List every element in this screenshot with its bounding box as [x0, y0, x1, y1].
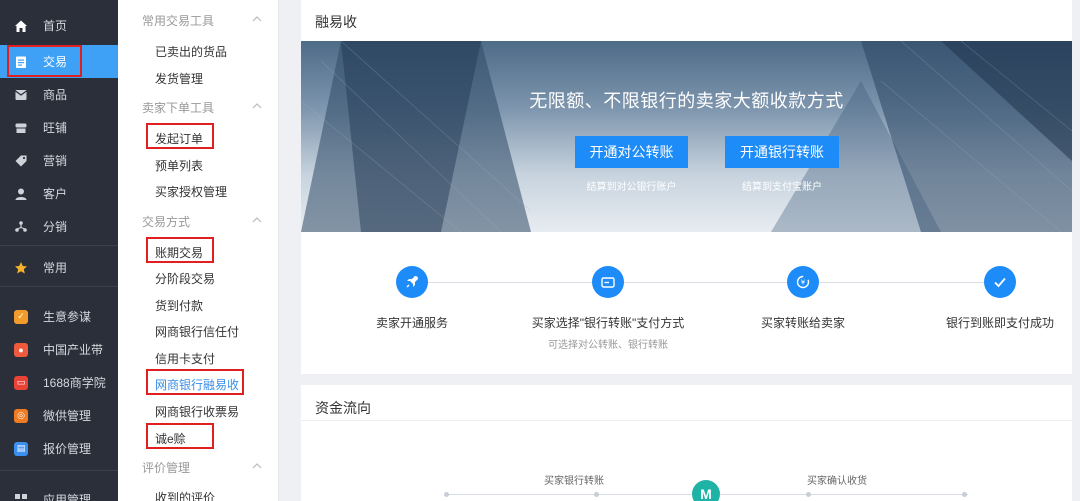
nav-label: 1688商学院: [43, 376, 106, 390]
group-header[interactable]: 卖家下单工具: [142, 99, 262, 116]
chevron-up-icon: [252, 16, 262, 22]
sub-link[interactable]: 已卖出的货品: [155, 43, 227, 60]
step-label: 买家选择"银行转账"支付方式: [531, 316, 685, 330]
nav-label: 微供管理: [43, 409, 92, 423]
card-icon: [592, 266, 624, 298]
flow-dot: [594, 492, 599, 497]
step-sublabel: 可选择对公转账、银行转账: [548, 340, 668, 351]
nav-item-home[interactable]: 首页: [0, 9, 118, 42]
btn2-caption: 结算到支付宝账户: [742, 182, 822, 193]
open-corporate-transfer-button[interactable]: 开通对公转账: [575, 136, 688, 168]
steps-connector: [412, 282, 1000, 283]
nav-label: 客户: [43, 187, 68, 201]
nav-divider: [0, 286, 118, 287]
highlight-box: [146, 237, 214, 263]
nav-label: 首页: [43, 19, 68, 33]
svg-text:¥: ¥: [801, 279, 806, 287]
sub-link[interactable]: 网商银行收票易: [155, 403, 239, 420]
nav-item-app-school[interactable]: ▭ 1688商学院: [0, 366, 118, 399]
banner-headline: 无限额、不限银行的卖家大额收款方式: [529, 91, 844, 111]
sub-link[interactable]: 货到付款: [155, 297, 203, 314]
nav-item-customer[interactable]: 客户: [0, 177, 118, 210]
sub-link[interactable]: 信用卡支付: [155, 350, 215, 367]
nav-item-app-quote[interactable]: ▤ 报价管理: [0, 432, 118, 465]
check-icon: [984, 266, 1016, 298]
sub-link[interactable]: 预单列表: [155, 157, 203, 174]
open-bank-transfer-button[interactable]: 开通银行转账: [725, 136, 839, 168]
step-label: 卖家开通服务: [375, 316, 448, 330]
nav-divider: [0, 245, 118, 246]
chart-app-icon: ✓: [14, 309, 28, 324]
flow-dot: [444, 492, 449, 497]
nav-label: 商品: [43, 88, 68, 102]
process-steps-card: [301, 232, 1072, 374]
chevron-up-icon: [252, 103, 262, 109]
nav-label: 报价管理: [43, 442, 92, 456]
nav-item-favorites[interactable]: 常用: [0, 251, 118, 284]
divider: [301, 420, 1072, 421]
user-icon: [14, 187, 28, 201]
page-title: 融易收: [315, 14, 357, 30]
quote-app-icon: ▤: [14, 441, 28, 456]
weigong-app-icon: ◎: [14, 408, 28, 423]
page-header: 融易收: [301, 0, 1072, 41]
flow-label: 买家银行转账: [544, 476, 604, 487]
nav-label: 常用: [43, 261, 68, 275]
location-app-icon: ●: [14, 342, 28, 357]
nav-label: 中国产业带: [43, 343, 104, 357]
sub-link[interactable]: 分阶段交易: [155, 270, 215, 287]
group-header[interactable]: 常用交易工具: [142, 12, 262, 29]
platform-logo-icon: M: [692, 480, 720, 501]
chevron-up-icon: [252, 463, 262, 469]
nav-item-app-industry[interactable]: ● 中国产业带: [0, 333, 118, 366]
nav-label: 应用管理: [43, 493, 92, 501]
btn1-caption: 结算到对公银行账户: [586, 182, 677, 193]
tag-icon: [14, 154, 28, 168]
nav-label: 旺铺: [43, 121, 68, 135]
nav-divider: [0, 470, 118, 471]
star-icon: [14, 261, 28, 275]
highlight-box: [7, 45, 82, 77]
transfer-icon: ¥: [787, 266, 819, 298]
box-icon: [14, 88, 28, 102]
nav-item-goods[interactable]: 商品: [0, 78, 118, 111]
nav-item-store[interactable]: 旺铺: [0, 111, 118, 144]
highlight-box: [146, 123, 214, 149]
sub-link[interactable]: 网商银行信任付: [155, 323, 239, 340]
apps-grid-icon: [14, 493, 28, 501]
nav-label: 生意参谋: [43, 310, 92, 324]
step-label: 银行到账即支付成功: [945, 316, 1054, 330]
section-title: 资金流向: [315, 400, 371, 416]
nav-item-marketing[interactable]: 营销: [0, 144, 118, 177]
nav-item-distribution[interactable]: 分销: [0, 210, 118, 243]
nav-label: 分销: [43, 220, 68, 234]
school-app-icon: ▭: [14, 375, 28, 390]
flow-dot: [806, 492, 811, 497]
nav-item-app-weigong[interactable]: ◎ 微供管理: [0, 399, 118, 432]
nav-item-app-analytics[interactable]: ✓ 生意参谋: [0, 300, 118, 333]
nav-item-app-manage[interactable]: 应用管理: [0, 483, 118, 501]
main-nav: 首页 交易 商品 旺铺 营销 客户 分销 常用 ✓ 生意参谋 ● 中国产业带 ▭…: [0, 0, 118, 501]
rocket-icon: [396, 266, 428, 298]
step-label: 买家转账给卖家: [760, 316, 845, 330]
sub-link[interactable]: 发货管理: [155, 70, 203, 87]
group-header[interactable]: 交易方式: [142, 213, 262, 230]
highlight-box: [146, 423, 214, 449]
chevron-up-icon: [252, 217, 262, 223]
hero-banner: 无限额、不限银行的卖家大额收款方式 开通对公转账 结算到对公银行账户 开通银行转…: [301, 41, 1072, 232]
sub-link[interactable]: 买家授权管理: [155, 183, 227, 200]
nav-label: 营销: [43, 154, 68, 168]
flow-dot: [962, 492, 967, 497]
flow-label: 买家确认收货: [807, 476, 867, 487]
highlight-box: [146, 369, 244, 395]
share-icon: [14, 220, 28, 234]
group-header[interactable]: 评价管理: [142, 459, 262, 476]
sub-link[interactable]: 收到的评价: [155, 489, 215, 501]
home-icon: [14, 19, 28, 33]
store-icon: [14, 121, 28, 135]
fund-flow-card: 资金流向: [301, 385, 1072, 501]
